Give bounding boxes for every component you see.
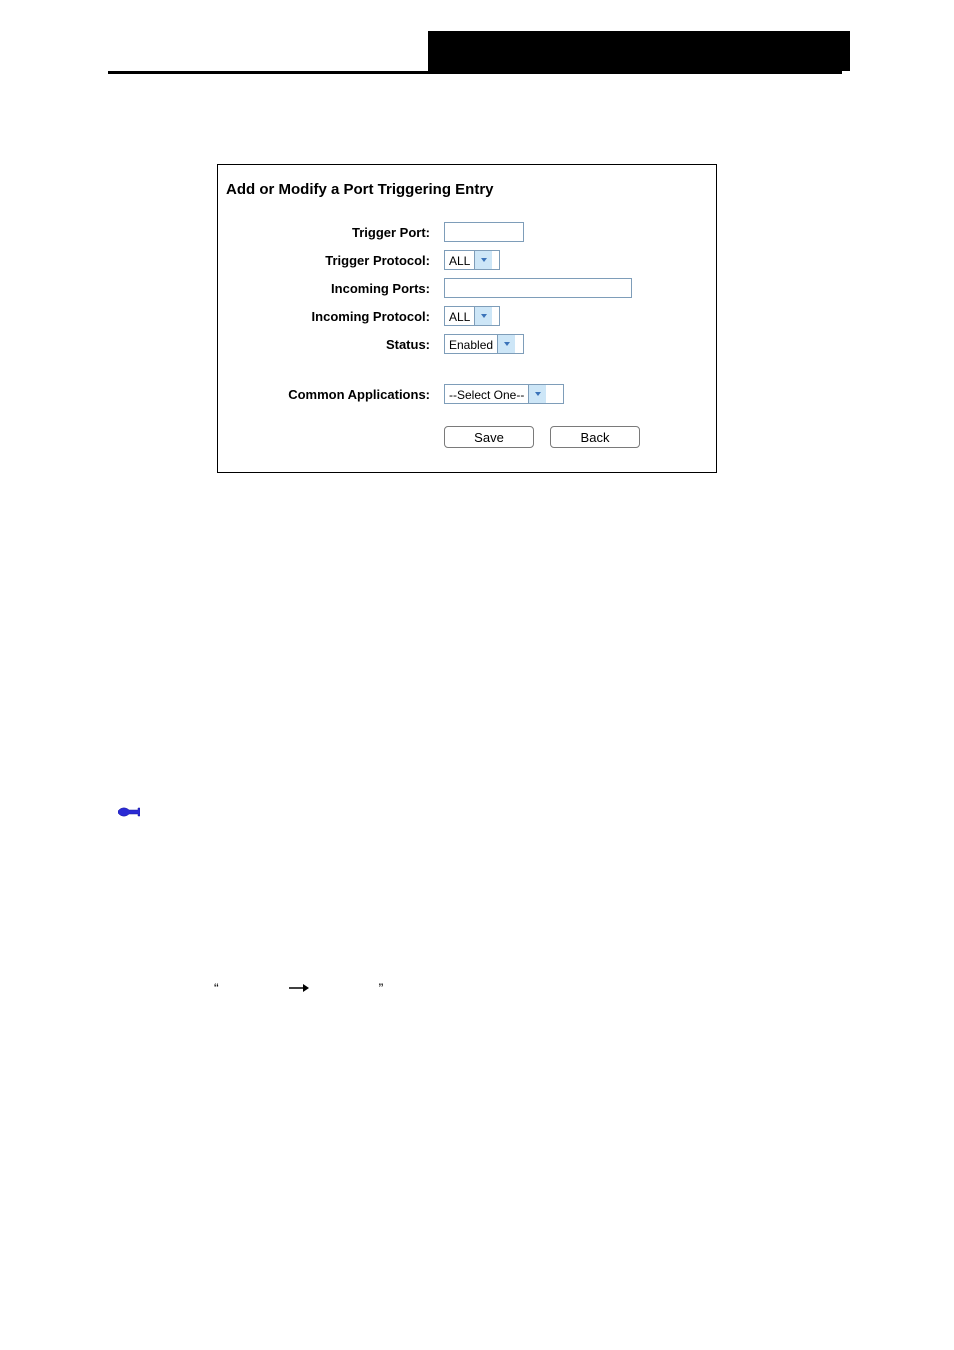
row-common-applications: Common Applications: --Select One-- [218, 384, 700, 404]
save-button[interactable]: Save [444, 426, 534, 448]
select-common-applications-value: --Select One-- [445, 385, 528, 403]
select-status-value: Enabled [445, 335, 497, 353]
chevron-down-icon [474, 251, 492, 269]
right-quote: ” [379, 980, 384, 996]
row-incoming-protocol: Incoming Protocol: ALL [218, 306, 700, 326]
chevron-down-icon [497, 335, 515, 353]
back-button[interactable]: Back [550, 426, 640, 448]
chevron-down-icon [474, 307, 492, 325]
label-common-applications: Common Applications: [218, 387, 444, 402]
label-status: Status: [218, 337, 444, 352]
header-black-bar [428, 31, 850, 71]
save-button-label: Save [474, 430, 504, 445]
select-status[interactable]: Enabled [444, 334, 524, 354]
breadcrumb-fragment: “ ” [214, 980, 383, 996]
page: Add or Modify a Port Triggering Entry Tr… [0, 0, 954, 1350]
panel-button-row: Save Back [444, 426, 700, 448]
label-incoming-ports: Incoming Ports: [218, 281, 444, 296]
back-button-label: Back [581, 430, 610, 445]
label-trigger-protocol: Trigger Protocol: [218, 253, 444, 268]
port-triggering-panel: Add or Modify a Port Triggering Entry Tr… [217, 164, 717, 473]
left-quote: “ [214, 980, 219, 996]
label-incoming-protocol: Incoming Protocol: [218, 309, 444, 324]
input-trigger-port[interactable] [444, 222, 524, 242]
header-rule [108, 71, 842, 74]
arrow-right-icon [289, 980, 309, 996]
row-incoming-ports: Incoming Ports: [218, 278, 700, 298]
label-trigger-port: Trigger Port: [218, 225, 444, 240]
select-common-applications[interactable]: --Select One-- [444, 384, 564, 404]
row-trigger-port: Trigger Port: [218, 222, 700, 242]
select-incoming-protocol[interactable]: ALL [444, 306, 500, 326]
select-trigger-protocol[interactable]: ALL [444, 250, 500, 270]
row-trigger-protocol: Trigger Protocol: ALL [218, 250, 700, 270]
panel-title: Add or Modify a Port Triggering Entry [226, 181, 700, 198]
select-trigger-protocol-value: ALL [445, 251, 474, 269]
input-incoming-ports[interactable] [444, 278, 632, 298]
chevron-down-icon [528, 385, 546, 403]
pointing-hand-icon [118, 805, 140, 826]
select-incoming-protocol-value: ALL [445, 307, 474, 325]
row-status: Status: Enabled [218, 334, 700, 354]
